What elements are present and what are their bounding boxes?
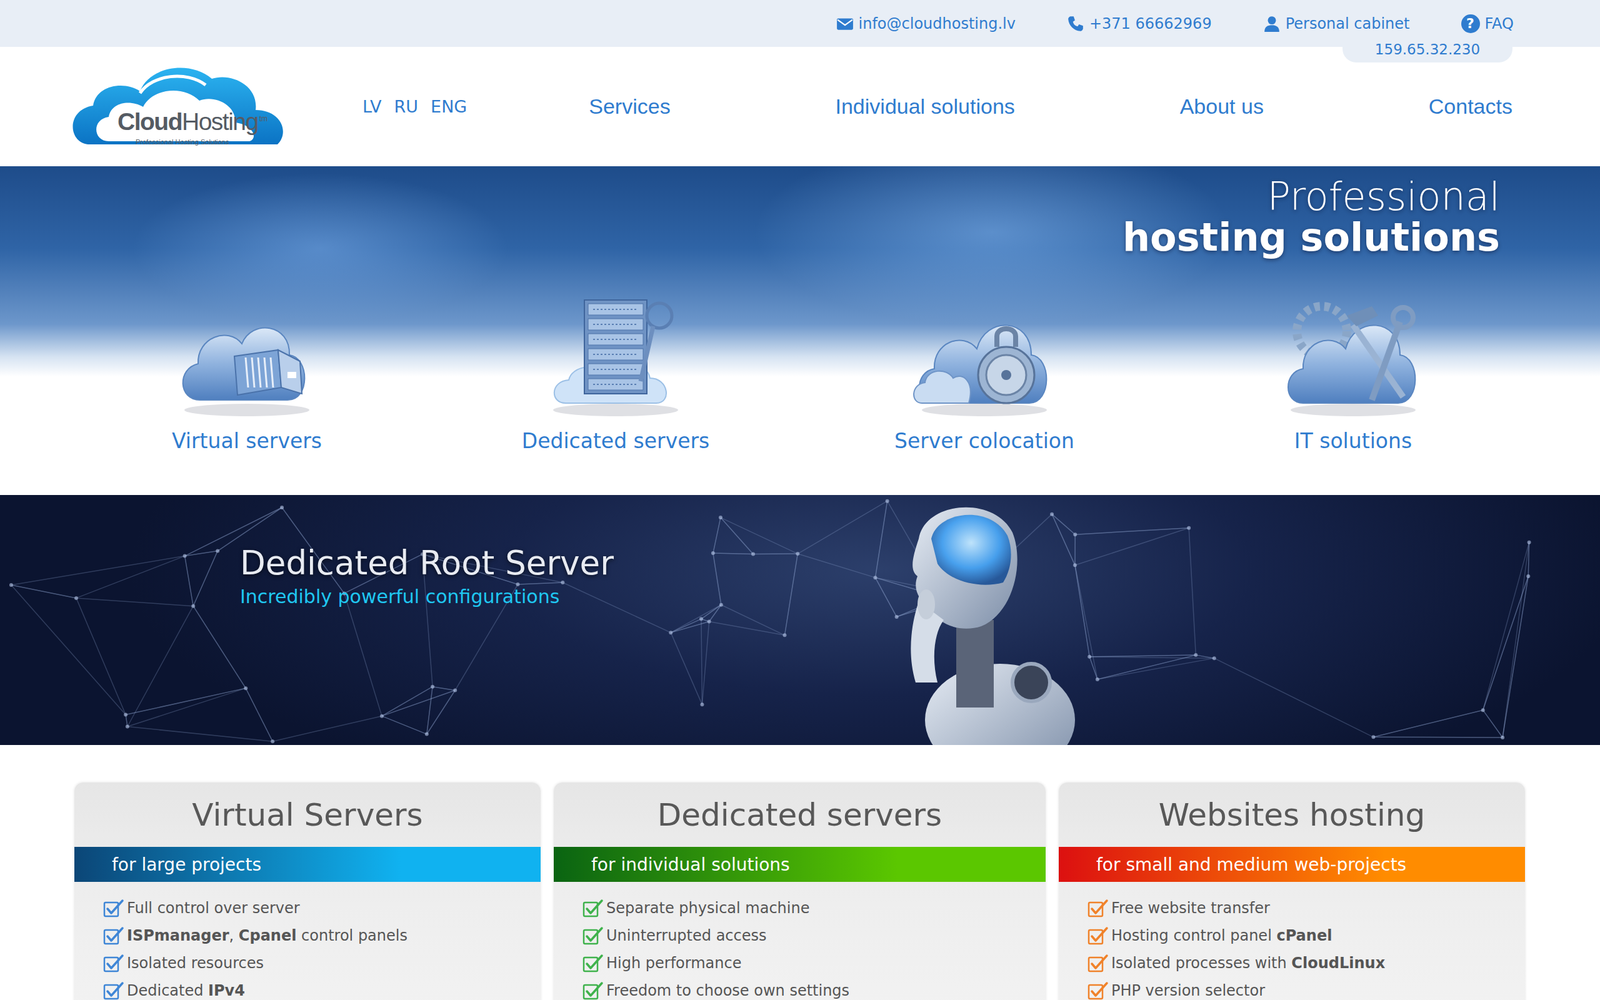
feature-item: Freedom to choose own settings bbox=[582, 976, 1046, 1000]
question-icon: ? bbox=[1461, 14, 1480, 34]
checkbox-icon bbox=[103, 980, 125, 1000]
feature-item: PHP version selector bbox=[1087, 976, 1525, 1000]
tools-icon bbox=[1278, 287, 1429, 419]
plan-title: Websites hosting bbox=[1058, 782, 1525, 847]
checkbox-icon bbox=[103, 898, 125, 919]
language-switcher: LV RU ENG bbox=[362, 96, 467, 117]
checkbox-icon bbox=[1087, 953, 1109, 974]
nav-item[interactable]: Services bbox=[588, 94, 670, 119]
feature-item: High performance bbox=[582, 949, 1046, 977]
service-tile[interactable]: Dedicated servers bbox=[431, 287, 800, 454]
plan-title: Dedicated servers bbox=[553, 782, 1046, 847]
top-bar: info@cloudhosting.lv +371 66662969 Persona… bbox=[0, 0, 1600, 47]
plan-subtitle: for large projects bbox=[74, 846, 541, 882]
email-link[interactable]: info@cloudhosting.lv bbox=[836, 15, 1016, 33]
personal-cabinet-link[interactable]: Personal cabinet bbox=[1263, 15, 1410, 33]
language-link[interactable]: RU bbox=[394, 96, 419, 117]
language-link[interactable]: ENG bbox=[430, 96, 467, 117]
feature-list: Full control over serverISPmanager, Cpan… bbox=[74, 881, 541, 1000]
service-tile[interactable]: Virtual servers bbox=[62, 287, 432, 454]
plan-title: Virtual Servers bbox=[74, 782, 541, 847]
checkbox-icon bbox=[582, 953, 604, 974]
checkbox-icon bbox=[1087, 980, 1109, 1000]
feature-item: Full control over server bbox=[103, 894, 541, 922]
logo[interactable]: CloudHostingtm Professional Hosting Solut… bbox=[65, 56, 303, 157]
nav-item[interactable]: Individual solutions bbox=[835, 94, 1015, 119]
phone-icon bbox=[1066, 15, 1085, 33]
plan-card[interactable]: Virtual Serversfor large projectsFull co… bbox=[74, 782, 541, 1000]
logo-tagline: Professional Hosting Solutions bbox=[135, 138, 229, 146]
main-nav: Services Individual solutions About us Cont… bbox=[588, 94, 1513, 119]
checkbox-icon bbox=[103, 925, 125, 946]
nav-item[interactable]: Contacts bbox=[1428, 94, 1513, 119]
network-background bbox=[0, 495, 1600, 745]
feature-item: Uninterrupted access bbox=[582, 921, 1046, 950]
feature-item: Separate physical machine bbox=[582, 894, 1046, 922]
banner-text: Dedicated Root ServerIncredibly powerful… bbox=[0, 495, 1600, 608]
feature-item: Hosting control panel cPanel bbox=[1087, 921, 1525, 950]
checkbox-icon bbox=[582, 898, 604, 919]
feature-item: Dedicated IPv4 bbox=[103, 976, 541, 1000]
feature-list: Free website transferHosting control pan… bbox=[1058, 881, 1525, 1000]
checkbox-icon bbox=[103, 953, 125, 974]
checkbox-icon bbox=[582, 980, 604, 1000]
feature-item: Free website transfer bbox=[1087, 894, 1525, 922]
header: CloudHostingtm Professional Hosting Solut… bbox=[0, 46, 1600, 167]
checkbox-icon bbox=[1087, 898, 1109, 919]
service-tile[interactable]: Server colocation bbox=[800, 287, 1169, 454]
lock-icon bbox=[909, 287, 1060, 419]
envelope-icon bbox=[836, 15, 854, 33]
feature-item: Isolated resources bbox=[103, 949, 541, 977]
plan-subtitle: for small and medium web-projects bbox=[1058, 846, 1525, 882]
plan-card[interactable]: Websites hostingfor small and medium web… bbox=[1058, 782, 1525, 1000]
page: info@cloudhosting.lv +371 66662969 Persona… bbox=[0, 0, 1600, 1000]
hero-title: Professionalhosting solutions bbox=[0, 176, 1600, 258]
service-tile[interactable]: IT solutions bbox=[1168, 287, 1538, 454]
plans: Virtual Serversfor large projectsFull co… bbox=[0, 745, 1600, 1000]
language-link[interactable]: LV bbox=[362, 96, 382, 117]
robot-image bbox=[843, 495, 1094, 745]
feature-item: ISPmanager, Cpanel control panels bbox=[103, 921, 541, 950]
plan-subtitle: for individual solutions bbox=[553, 846, 1046, 882]
feature-list: Separate physical machineUninterrupted a… bbox=[553, 881, 1046, 1000]
storage-icon bbox=[171, 287, 322, 419]
hero: Professionalhosting solutions Virtual ser… bbox=[0, 166, 1600, 495]
checkbox-icon bbox=[1087, 925, 1109, 946]
rack-icon bbox=[540, 287, 691, 419]
phone-link[interactable]: +371 66662969 bbox=[1066, 15, 1212, 33]
checkbox-icon bbox=[582, 925, 604, 946]
faq-link[interactable]: ?FAQ bbox=[1461, 14, 1515, 34]
service-tiles: Virtual serversDedicated serversServer c… bbox=[0, 287, 1600, 454]
logo-text: CloudHostingtm bbox=[117, 108, 268, 136]
plan-card[interactable]: Dedicated serversfor individual solution… bbox=[553, 782, 1046, 1000]
ip-address: 159.65.32.230 bbox=[1342, 36, 1513, 63]
feature-item: Isolated processes with CloudLinux bbox=[1087, 949, 1525, 977]
nav-item[interactable]: About us bbox=[1180, 94, 1264, 119]
promo-banner[interactable]: Dedicated Root ServerIncredibly powerful… bbox=[0, 495, 1600, 745]
user-icon bbox=[1263, 15, 1281, 33]
